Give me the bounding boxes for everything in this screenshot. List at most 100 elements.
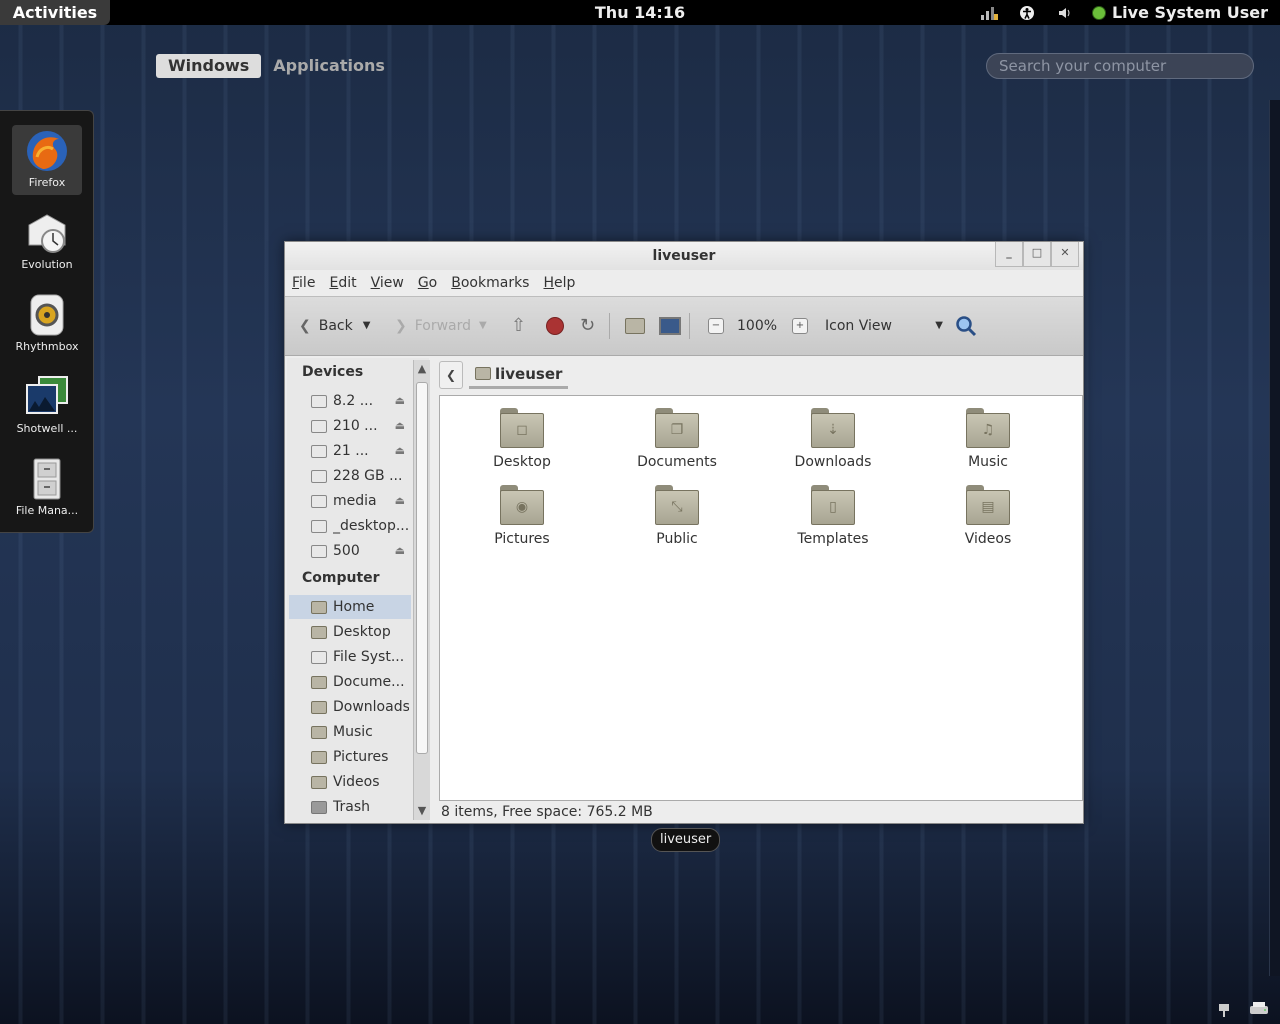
evolution-icon	[28, 214, 66, 253]
sidebar-item-videos[interactable]: Videos	[289, 770, 411, 794]
back-arrow-icon: ❮	[299, 318, 311, 334]
back-button[interactable]: ❮ Back ▼	[299, 315, 370, 337]
eject-icon[interactable]: ⏏	[395, 489, 405, 513]
stop-icon[interactable]	[546, 315, 564, 337]
folder-icon	[311, 750, 327, 764]
sidebar-device[interactable]: media ⏏	[289, 489, 411, 513]
dash-label: Firefox	[28, 176, 66, 189]
user-status-icon	[1091, 5, 1106, 20]
sidebar-item-desktop[interactable]: Desktop	[289, 620, 411, 644]
folder-documents[interactable]: ❐ Documents	[617, 408, 737, 470]
forward-button[interactable]: ❯ Forward ▼	[395, 315, 487, 337]
up-icon[interactable]: ⇧	[511, 315, 526, 337]
folder-icon: ❐	[655, 408, 699, 448]
sidebar-item-documents[interactable]: Docume...	[289, 670, 411, 694]
accessibility-icon[interactable]	[1016, 4, 1038, 22]
menu-bookmarks[interactable]: Bookmarks	[444, 275, 536, 291]
sidebar-scrollbar[interactable]: ▲ ▼	[413, 360, 430, 820]
dash-item-rhythmbox[interactable]: Rhythmbox	[12, 289, 82, 359]
sidebar-device[interactable]: 21 ... ⏏	[289, 439, 411, 463]
sidebar-item-trash[interactable]: Trash	[289, 795, 411, 819]
sidebar-device[interactable]: 8.2 ... ⏏	[289, 389, 411, 413]
path-current-button[interactable]: liveuser	[469, 361, 569, 389]
path-label: liveuser	[495, 364, 563, 383]
sidebar-item-home[interactable]: Home	[289, 595, 411, 619]
folder-videos[interactable]: ▤ Videos	[928, 485, 1048, 547]
dash-item-evolution[interactable]: Evolution	[12, 207, 82, 277]
path-left-button[interactable]: ❮	[439, 361, 463, 389]
user-menu[interactable]: Live System User	[1091, 3, 1268, 22]
dash-item-firefox[interactable]: Firefox	[12, 125, 82, 195]
folder-downloads[interactable]: ⇣ Downloads	[773, 408, 893, 470]
dash-item-file-manager[interactable]: File Mana...	[12, 453, 82, 523]
drive-icon	[311, 650, 327, 664]
eject-icon[interactable]: ⏏	[395, 414, 405, 438]
sidebar-device[interactable]: 228 GB ...	[289, 464, 411, 488]
sidebar-device[interactable]: 210 ... ⏏	[289, 414, 411, 438]
sidebar-device[interactable]: 500 ⏏	[289, 539, 411, 563]
menu-edit[interactable]: Edit	[322, 275, 363, 291]
toolbar-separator	[689, 313, 690, 339]
drive-icon	[311, 394, 327, 408]
window-caption: liveuser	[651, 828, 721, 852]
status-tray: Live System User	[978, 0, 1280, 25]
volume-icon[interactable]	[1054, 4, 1076, 22]
reload-icon[interactable]: ↻	[580, 315, 595, 337]
menu-view[interactable]: View	[364, 275, 411, 291]
eject-icon[interactable]: ⏏	[395, 389, 405, 413]
folder-public[interactable]: ⤡ Public	[617, 485, 737, 547]
scroll-up-icon[interactable]: ▲	[414, 360, 430, 378]
computer-header: Computer	[302, 570, 380, 586]
dash: Firefox Evolution Rhythmbox Shotwell ...…	[0, 110, 94, 533]
minimize-button[interactable]: _	[995, 242, 1023, 267]
file-manager-window[interactable]: liveuser _ □ ✕ File Edit View Go Bookmar…	[284, 241, 1084, 824]
keyboard-icon[interactable]	[1216, 1000, 1238, 1018]
tab-windows[interactable]: Windows	[156, 54, 262, 78]
network-icon[interactable]	[978, 4, 1000, 22]
file-view[interactable]: ◻ Desktop ❐ Documents ⇣ Downloads ♫ Musi…	[439, 395, 1083, 801]
sidebar-item-pictures[interactable]: Pictures	[289, 745, 411, 769]
sidebar-item-music[interactable]: Music	[289, 720, 411, 744]
workspace-thumbnails[interactable]	[1269, 100, 1280, 976]
folder-music[interactable]: ♫ Music	[928, 408, 1048, 470]
folder-pictures[interactable]: ◉ Pictures	[462, 485, 582, 547]
eject-icon[interactable]: ⏏	[395, 439, 405, 463]
view-mode-select[interactable]: Icon View ▼	[825, 315, 943, 337]
rhythmbox-icon	[30, 294, 64, 336]
forward-arrow-icon: ❯	[395, 318, 407, 334]
sidebar-device[interactable]: _desktop...	[289, 514, 411, 538]
eject-icon[interactable]: ⏏	[395, 539, 405, 563]
close-button[interactable]: ✕	[1051, 242, 1079, 267]
sidebar-item-downloads[interactable]: Downloads	[289, 695, 411, 719]
tab-applications[interactable]: Applications	[261, 54, 397, 78]
dash-item-shotwell[interactable]: Shotwell ...	[12, 371, 82, 441]
search-input[interactable]: Search your computer	[986, 53, 1254, 79]
window-titlebar[interactable]: liveuser _ □ ✕	[285, 242, 1083, 270]
scrollbar-thumb[interactable]	[416, 382, 428, 754]
file-label: Pictures	[494, 531, 550, 547]
zoom-out-button[interactable]: −	[708, 315, 724, 337]
home-icon[interactable]	[625, 315, 645, 337]
maximize-button[interactable]: □	[1023, 242, 1051, 267]
folder-icon: ▯	[811, 485, 855, 525]
menu-bar: File Edit View Go Bookmarks Help	[285, 270, 1083, 296]
folder-icon: ▤	[966, 485, 1010, 525]
file-cabinet-icon	[33, 458, 61, 500]
file-label: Public	[656, 531, 698, 547]
menu-help[interactable]: Help	[536, 275, 582, 291]
folder-desktop[interactable]: ◻ Desktop	[462, 408, 582, 470]
activities-button[interactable]: Activities	[0, 0, 110, 25]
scroll-down-icon[interactable]: ▼	[414, 802, 430, 820]
status-bar: 8 items, Free space: 765.2 MB	[441, 804, 653, 820]
search-icon[interactable]	[955, 315, 977, 337]
zoom-in-button[interactable]: +	[792, 315, 808, 337]
folder-icon: ⇣	[811, 408, 855, 448]
printer-icon[interactable]	[1248, 1000, 1270, 1018]
folder-templates[interactable]: ▯ Templates	[773, 485, 893, 547]
folder-icon: ◉	[500, 485, 544, 525]
computer-icon[interactable]	[659, 315, 681, 337]
menu-file[interactable]: File	[285, 275, 322, 291]
clock[interactable]: Thu 14:16	[580, 0, 700, 25]
menu-go[interactable]: Go	[411, 275, 444, 291]
sidebar-item-filesystem[interactable]: File Syst...	[289, 645, 411, 669]
